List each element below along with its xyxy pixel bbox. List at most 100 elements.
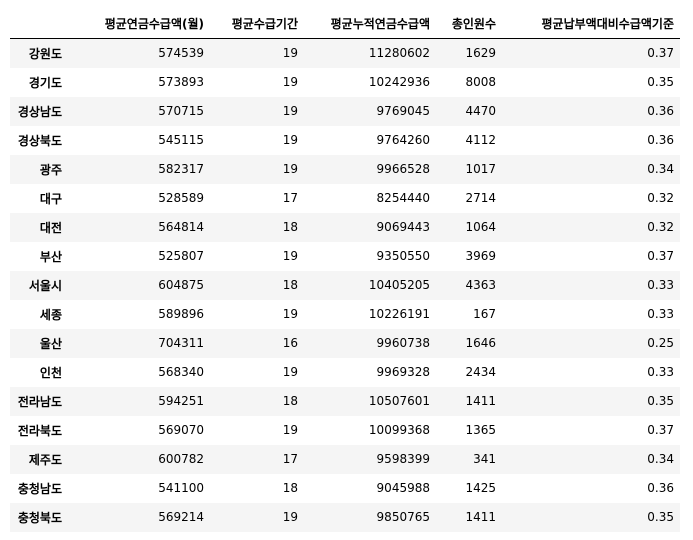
table-cell: 589896 — [158, 307, 204, 321]
row-index-region: 서울시 — [28, 278, 62, 293]
table-cell: 8008 — [465, 75, 496, 89]
table-cell: 19 — [282, 104, 298, 118]
table-cell: 9350550 — [376, 249, 430, 263]
table-cell: 0.36 — [647, 133, 674, 147]
row-index-region: 대전 — [39, 220, 62, 235]
table-cell: 570715 — [158, 104, 204, 118]
table-cell: 4363 — [465, 278, 496, 292]
table-cell: 10405205 — [368, 278, 430, 292]
table-cell: 573893 — [158, 75, 204, 89]
table-cell: 0.36 — [647, 481, 674, 495]
table-row: 울산 704311 16 9960738 1646 0.25 — [10, 328, 680, 358]
table-cell: 341 — [473, 452, 496, 466]
dataframe-table: 평균연금수급액(월) 평균수급기간 평균누적연금수급액 총인원수 평균납부액대비… — [10, 8, 680, 532]
table-row: 전라북도 569070 19 10099368 1365 0.37 — [10, 415, 680, 445]
table-row: 경상남도 570715 19 9769045 4470 0.36 — [10, 96, 680, 126]
table-cell: 600782 — [158, 452, 204, 466]
table-cell: 9966528 — [376, 162, 430, 176]
row-index-region: 세종 — [39, 307, 62, 322]
table-cell: 9069443 — [376, 220, 430, 234]
table-cell: 17 — [282, 191, 298, 205]
table-cell: 525807 — [158, 249, 204, 263]
row-index-region: 경상남도 — [17, 104, 62, 119]
table-cell: 1425 — [465, 481, 496, 495]
column-header-benefit-to-payment-ratio: 평균납부액대비수급액기준 — [502, 8, 680, 39]
table-cell: 2714 — [465, 191, 496, 205]
table-cell: 10226191 — [368, 307, 430, 321]
table-cell: 19 — [282, 133, 298, 147]
table-cell: 0.34 — [647, 452, 674, 466]
table-cell: 1064 — [465, 220, 496, 234]
table-cell: 18 — [282, 220, 298, 234]
table-row: 전라남도 594251 18 10507601 1411 0.35 — [10, 386, 680, 416]
table-cell: 1365 — [465, 423, 496, 437]
row-index-region: 충청북도 — [17, 510, 62, 525]
table-row: 경상북도 545115 19 9764260 4112 0.36 — [10, 125, 680, 155]
table-cell: 0.33 — [647, 365, 674, 379]
table-row: 대구 528589 17 8254440 2714 0.32 — [10, 183, 680, 213]
table-row: 충청남도 541100 18 9045988 1425 0.36 — [10, 473, 680, 503]
table-cell: 0.32 — [647, 220, 674, 234]
column-header-avg-receipt-period: 평균수급기간 — [210, 8, 304, 39]
table-cell: 1629 — [465, 46, 496, 61]
table-cell: 574539 — [158, 46, 204, 61]
column-header-avg-cumulative-pension: 평균누적연금수급액 — [304, 8, 436, 39]
table-cell: 0.33 — [647, 307, 674, 321]
table-cell: 1411 — [465, 510, 496, 524]
table-cell: 528589 — [158, 191, 204, 205]
table-cell: 541100 — [158, 481, 204, 495]
table-cell: 1017 — [465, 162, 496, 176]
table-cell: 167 — [473, 307, 496, 321]
table-cell: 19 — [282, 510, 298, 524]
table-cell: 604875 — [158, 278, 204, 292]
table-cell: 0.34 — [647, 162, 674, 176]
table-cell: 18 — [282, 481, 298, 495]
table-cell: 19 — [282, 365, 298, 379]
dataframe-container: 평균연금수급액(월) 평균수급기간 평균누적연금수급액 총인원수 평균납부액대비… — [0, 0, 693, 532]
table-cell: 9769045 — [376, 104, 430, 118]
table-cell: 564814 — [158, 220, 204, 234]
row-index-region: 울산 — [39, 336, 62, 351]
table-cell: 19 — [282, 162, 298, 176]
table-cell: 3969 — [465, 249, 496, 263]
table-cell: 9598399 — [376, 452, 430, 466]
table-cell: 0.35 — [647, 394, 674, 408]
table-cell: 4470 — [465, 104, 496, 118]
table-cell: 16 — [282, 336, 298, 350]
table-cell: 18 — [282, 394, 298, 408]
table-row: 인천 568340 19 9969328 2434 0.33 — [10, 357, 680, 387]
table-cell: 9960738 — [376, 336, 430, 350]
index-header — [10, 8, 74, 39]
table-body: 강원도 574539 19 11280602 1629 0.37 경기도 573893 19 10… — [10, 38, 680, 532]
column-header-total-people: 총인원수 — [436, 8, 502, 39]
table-cell: 594251 — [158, 394, 204, 408]
table-cell: 8254440 — [376, 191, 430, 205]
table-cell: 568340 — [158, 365, 204, 379]
table-cell: 582317 — [158, 162, 204, 176]
table-cell: 10507601 — [368, 394, 430, 408]
table-cell: 19 — [282, 423, 298, 437]
table-row: 대전 564814 18 9069443 1064 0.32 — [10, 212, 680, 242]
table-cell: 4112 — [465, 133, 496, 147]
table-row: 충청북도 569214 19 9850765 1411 0.35 — [10, 502, 680, 532]
table-cell: 0.35 — [647, 75, 674, 89]
row-index-region: 경기도 — [28, 75, 62, 90]
table-cell: 19 — [282, 307, 298, 321]
table-cell: 9969328 — [376, 365, 430, 379]
table-row: 광주 582317 19 9966528 1017 0.34 — [10, 154, 680, 184]
table-cell: 9850765 — [376, 510, 430, 524]
table-cell: 569214 — [158, 510, 204, 524]
table-cell: 0.32 — [647, 191, 674, 205]
row-index-region: 강원도 — [28, 46, 62, 61]
table-cell: 9045988 — [376, 481, 430, 495]
column-header-avg-monthly-pension: 평균연금수급액(월) — [74, 8, 210, 39]
table-cell: 704311 — [158, 336, 204, 350]
row-index-region: 경상북도 — [17, 133, 62, 148]
table-cell: 19 — [282, 46, 298, 61]
table-cell: 0.36 — [647, 104, 674, 118]
table-cell: 545115 — [158, 133, 204, 147]
table-cell: 9764260 — [376, 133, 430, 147]
table-cell: 0.25 — [647, 336, 674, 350]
row-index-region: 전라남도 — [17, 394, 62, 409]
table-cell: 1411 — [465, 394, 496, 408]
